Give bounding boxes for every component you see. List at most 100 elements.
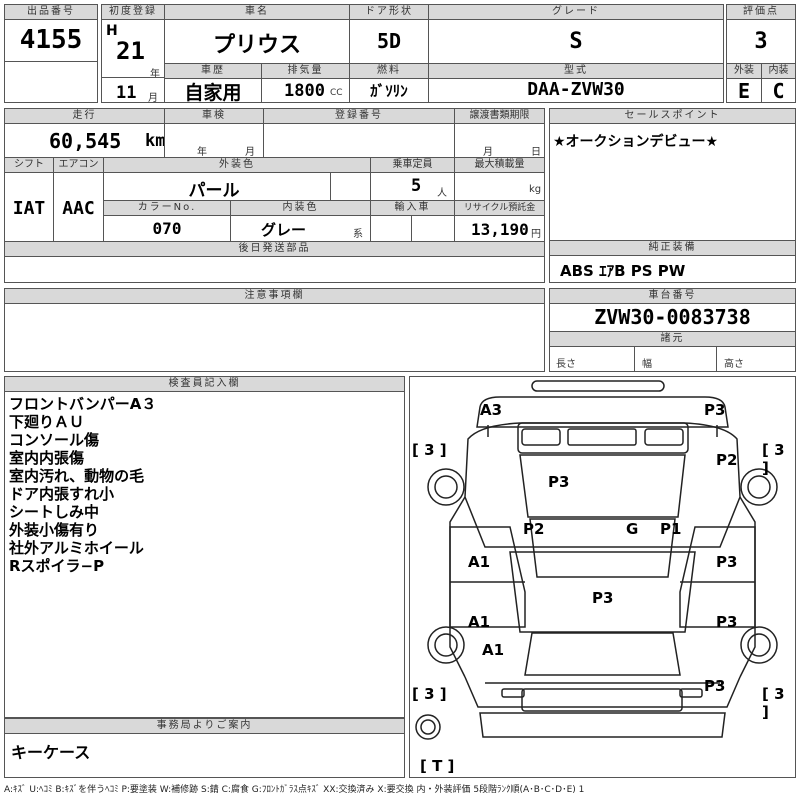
model-name-label: 車名: [165, 5, 349, 20]
grade-cell: グレード S: [428, 4, 724, 64]
genuine-equip-cell: 純正装備 ABS ｴｱB PS PW: [549, 240, 796, 283]
specs-label: 諸元: [550, 331, 795, 347]
sales-point-value: ★オークションデビュー★: [553, 134, 719, 150]
interior-label: 内装: [762, 64, 795, 79]
door-label: ドア形状: [350, 5, 428, 20]
inspection-year-unit: 年: [197, 147, 207, 158]
mark-front-right: P3: [704, 401, 726, 419]
recycle-cell: リサイクル預託金 13,190 円: [454, 200, 545, 242]
grade-label: グレード: [429, 5, 723, 20]
note-line: フロントバンパーA３: [9, 395, 157, 413]
chassis-cell: 車台番号 ZVW30-0083738 諸元 長さ 幅 高さ: [549, 288, 796, 372]
mark-tire-rr: [ 3 ]: [762, 685, 785, 721]
month-value: 11: [116, 83, 137, 103]
inspector-notes-cell: 検査員記入欄 フロントバンパーA３ 下廻りＡＵ コンソール傷 室内内張傷 室内汚…: [4, 376, 405, 718]
note-line: 社外アルミホイール: [9, 539, 144, 557]
mark-roof-center: P3: [592, 589, 614, 607]
car-diagram: A3 P3 [ 3 ] [ 3 ] P2 P3 P2 G P1 A1 P3 P3…: [409, 376, 796, 778]
recycle-unit: 円: [531, 229, 541, 240]
displacement-cell: 排気量 1800 CC: [261, 63, 350, 103]
model-code-cell: 型式 DAA-ZVW30: [428, 63, 724, 103]
shift-value: IAT: [12, 198, 46, 219]
deadline-month-unit: 月: [483, 147, 493, 158]
registration-number-cell: 登録番号: [263, 108, 455, 158]
fuel-label: 燃料: [350, 64, 428, 79]
car-outline: [415, 380, 778, 740]
max-load-unit: kg: [529, 184, 542, 195]
mark-a-right: P1: [660, 520, 682, 538]
year-value: 21: [116, 37, 145, 65]
max-load-cell: 最大積載量 kg: [454, 157, 545, 201]
aircon-cell: エアコン AAC: [53, 157, 104, 242]
inspection-month-unit: 月: [245, 147, 255, 158]
color-no-label: カラーNo.: [104, 201, 230, 216]
chassis-label: 車台番号: [550, 289, 795, 304]
mark-roof: G: [626, 520, 639, 538]
genuine-equip-value: ABS ｴｱB PS PW: [560, 262, 686, 280]
note-line: ドア内張すれ小: [9, 485, 115, 503]
car-history-label: 車歴: [165, 64, 261, 79]
displacement-unit: CC: [330, 88, 343, 98]
inspector-notes-list: フロントバンパーA３ 下廻りＡＵ コンソール傷 室内内張傷 室内汚れ、動物の毛 …: [9, 395, 399, 575]
first-registration-cell: 初度登録 H 21 年 11 月: [101, 4, 165, 104]
color-no-value: 070: [152, 219, 182, 238]
recycle-value: 13,190: [471, 220, 529, 239]
fuel-cell: 燃料 ｶﾞｿﾘﾝ: [349, 63, 429, 103]
spec-height-label: 高さ: [724, 359, 744, 370]
model-name-value: プリウス: [212, 33, 301, 58]
office-notes-value: キーケース: [11, 743, 91, 762]
grade-value: S: [569, 29, 583, 54]
note-line: Rスポイラ−P: [9, 557, 105, 575]
later-parts-cell: 後日発送部品: [4, 241, 545, 283]
note-line: 外装小傷有り: [9, 521, 100, 539]
reg-no-label: 登録番号: [264, 109, 454, 124]
spec-width-label: 幅: [642, 359, 652, 370]
month-unit: 月: [148, 93, 158, 104]
import-label: 輸入車: [371, 201, 454, 216]
spec-length-label: 長さ: [556, 359, 576, 370]
int-color-unit: 系: [353, 229, 363, 240]
displacement-value: 1800: [284, 81, 325, 101]
capacity-unit: 人: [437, 188, 447, 199]
model-name-cell: 車名 プリウス: [164, 4, 350, 64]
inspection-cell: 車検 年 月: [164, 108, 264, 158]
capacity-value: 5: [411, 176, 422, 196]
shift-cell: シフト IAT: [4, 157, 54, 242]
recycle-label: リサイクル預託金: [455, 201, 544, 216]
fuel-value: ｶﾞｿﾘﾝ: [370, 82, 408, 100]
ext-color-label: 外装色: [104, 158, 370, 173]
score-cell: 評価点 3: [726, 4, 796, 64]
mark-door-fl: A1: [468, 553, 491, 571]
legend-text: A:ｷｽﾞ U:ﾍｺﾐ B:ｷｽﾞを伴うﾍｺﾐ P:要塗装 W:補修跡 S:錆 …: [4, 785, 585, 795]
office-notes-label: 事務局よりご案内: [5, 719, 404, 734]
mark-a-left: P2: [523, 520, 545, 538]
note-line: コンソール傷: [9, 431, 100, 449]
chassis-value: ZVW30-0083738: [594, 305, 751, 329]
mileage-label: 走行: [5, 109, 164, 124]
mileage-value: 60,545: [49, 129, 122, 153]
inspection-label: 車検: [165, 109, 263, 124]
aircon-label: エアコン: [54, 158, 103, 173]
model-code-label: 型式: [429, 64, 723, 79]
exterior-grade-cell: 外装 E: [726, 63, 762, 103]
int-color-value: グレー: [261, 221, 307, 239]
lot-number-cell: 出品番号 4155: [4, 4, 98, 103]
mark-rear-right: P3: [704, 677, 726, 695]
later-parts-label: 後日発送部品: [5, 242, 544, 257]
displacement-label: 排気量: [262, 64, 349, 79]
transfer-deadline-cell: 譲渡書類期限 月 日: [454, 108, 545, 158]
capacity-label: 乗車定員: [371, 158, 454, 173]
note-line: 室内内張傷: [9, 449, 85, 467]
mileage-cell: 走行 60,545 km: [4, 108, 165, 158]
first-reg-label: 初度登録: [102, 5, 164, 20]
mark-tire-fl: [ 3 ]: [412, 441, 447, 459]
interior-color-cell: 内装色 グレー 系: [230, 200, 371, 242]
door-cell: ドア形状 5D: [349, 4, 429, 64]
mark-tire-rl: [ 3 ]: [412, 685, 447, 703]
door-value: 5D: [376, 29, 402, 53]
mark-front-left: A3: [480, 401, 503, 419]
mark-fender-right: P2: [716, 451, 738, 469]
inspector-notes-label: 検査員記入欄: [5, 377, 404, 392]
mark-quarter-left: A1: [482, 641, 505, 659]
sales-point-label: セールスポイント: [550, 109, 795, 124]
